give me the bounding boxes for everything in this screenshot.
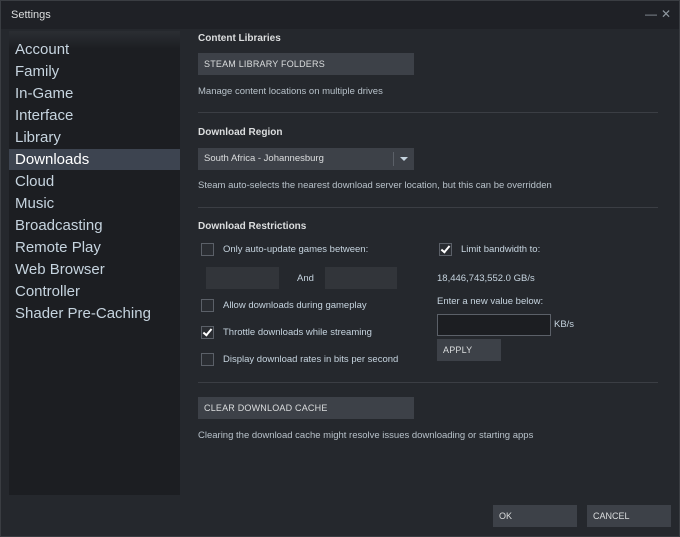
auto-update-start-field[interactable] (206, 267, 279, 289)
sidebar-item-family[interactable]: Family (9, 61, 180, 82)
throttle-checkbox[interactable] (201, 326, 214, 339)
sidebar-item-in-game[interactable]: In-Game (9, 83, 180, 104)
sidebar-item-downloads[interactable]: Downloads (9, 149, 180, 170)
window-title: Settings (11, 9, 51, 21)
sidebar-item-account[interactable]: Account (9, 39, 180, 60)
content-libraries-description: Manage content locations on multiple dri… (198, 86, 383, 97)
bits-per-second-label: Display download rates in bits per secon… (223, 354, 399, 365)
auto-update-end-field[interactable] (325, 267, 397, 289)
section-divider (198, 112, 658, 113)
and-label: And (297, 273, 314, 284)
checkmark-icon (202, 326, 213, 337)
sidebar-item-web-browser[interactable]: Web Browser (9, 259, 180, 280)
clear-download-cache-button[interactable]: CLEAR DOWNLOAD CACHE (198, 397, 414, 419)
bits-per-second-checkbox[interactable] (201, 353, 214, 366)
settings-window: Settings — ✕ Account Family In-Game Inte… (0, 0, 680, 537)
limit-bandwidth-label: Limit bandwidth to: (461, 244, 541, 255)
throttle-label: Throttle downloads while streaming (223, 327, 372, 338)
bandwidth-value: 18,446,743,552.0 GB/s (437, 273, 535, 284)
ok-button[interactable]: OK (493, 505, 577, 527)
chevron-down-icon (400, 157, 408, 161)
bandwidth-unit: KB/s (554, 319, 575, 330)
close-icon[interactable]: ✕ (661, 7, 671, 21)
downloads-panel: Content Libraries STEAM LIBRARY FOLDERS … (180, 31, 675, 495)
auto-update-label: Only auto-update games between: (223, 244, 369, 255)
sidebar-item-library[interactable]: Library (9, 127, 180, 148)
settings-sidebar: Account Family In-Game Interface Library… (9, 31, 180, 495)
minimize-icon[interactable]: — (645, 7, 657, 21)
sidebar-item-music[interactable]: Music (9, 193, 180, 214)
content-libraries-title: Content Libraries (198, 33, 281, 44)
cancel-button[interactable]: CANCEL (587, 505, 671, 527)
title-bar: Settings — ✕ (1, 1, 679, 29)
sidebar-item-controller[interactable]: Controller (9, 281, 180, 302)
dropdown-separator (393, 152, 394, 166)
bandwidth-input[interactable] (437, 314, 551, 336)
sidebar-item-broadcasting[interactable]: Broadcasting (9, 215, 180, 236)
section-divider (198, 207, 658, 208)
allow-gameplay-checkbox[interactable] (201, 299, 214, 312)
section-divider (198, 382, 658, 383)
sidebar-item-remote-play[interactable]: Remote Play (9, 237, 180, 258)
steam-library-folders-button[interactable]: STEAM LIBRARY FOLDERS (198, 53, 414, 75)
sidebar-item-cloud[interactable]: Cloud (9, 171, 180, 192)
enter-value-prompt: Enter a new value below: (437, 296, 544, 307)
download-region-select[interactable]: South Africa - Johannesburg (198, 148, 414, 170)
checkmark-icon (440, 243, 451, 254)
download-region-title: Download Region (198, 127, 283, 138)
download-region-description: Steam auto-selects the nearest download … (198, 180, 552, 191)
auto-update-checkbox[interactable] (201, 243, 214, 256)
sidebar-item-interface[interactable]: Interface (9, 105, 180, 126)
clear-cache-description: Clearing the download cache might resolv… (198, 430, 534, 441)
limit-bandwidth-checkbox[interactable] (439, 243, 452, 256)
download-region-value: South Africa - Johannesburg (204, 153, 324, 164)
allow-gameplay-label: Allow downloads during gameplay (223, 300, 367, 311)
download-restrictions-title: Download Restrictions (198, 221, 307, 232)
apply-button[interactable]: APPLY (437, 339, 501, 361)
sidebar-item-shader-pre-caching[interactable]: Shader Pre-Caching (9, 303, 180, 324)
